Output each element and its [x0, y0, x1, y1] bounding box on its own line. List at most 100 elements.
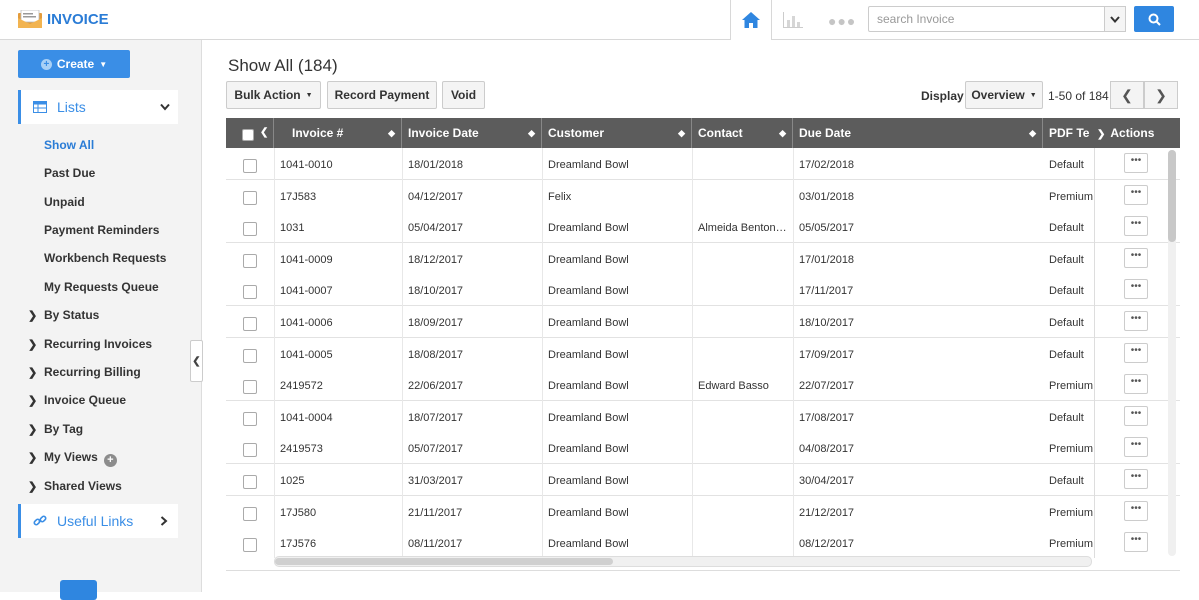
- nav-unpaid[interactable]: Unpaid: [44, 195, 85, 209]
- row-checkbox[interactable]: [243, 190, 257, 205]
- column-pdf-template[interactable]: PDF Te: [1043, 118, 1095, 148]
- cell-customer[interactable]: Dreamland Bowl: [542, 401, 690, 433]
- lists-panel[interactable]: Lists: [18, 90, 178, 124]
- nav-group-invoice-queue[interactable]: ❯ Invoice Queue: [28, 393, 126, 407]
- row-checkbox[interactable]: [243, 317, 257, 331]
- create-button[interactable]: + Create ▼: [18, 50, 130, 78]
- nav-my-requests-queue[interactable]: My Requests Queue: [44, 280, 159, 294]
- search-button[interactable]: [1134, 6, 1174, 32]
- cell-invoice[interactable]: 1031: [274, 211, 400, 243]
- vertical-scrollbar-thumb[interactable]: [1168, 150, 1176, 242]
- row-checkbox[interactable]: [243, 475, 257, 489]
- table-row[interactable]: 1041-0009 18/12/2017 Dreamland Bowl 17/01/2…: [226, 242, 1180, 275]
- table-row[interactable]: 1041-0006 18/09/2017 Dreamland Bowl 18/10/2…: [226, 306, 1180, 338]
- cell-invoice[interactable]: 2419573: [274, 432, 400, 464]
- row-checkbox[interactable]: [243, 380, 257, 395]
- add-view-icon[interactable]: +: [103, 454, 117, 467]
- horizontal-scrollbar[interactable]: [274, 556, 1092, 567]
- cell-contact[interactable]: [692, 527, 791, 558]
- table-row[interactable]: 1041-0007 18/10/2017 Dreamland Bowl 17/11/2…: [226, 274, 1180, 307]
- row-checkbox[interactable]: [243, 222, 257, 237]
- cell-contact[interactable]: [692, 306, 791, 338]
- table-row[interactable]: 17J580 21/11/2017 Dreamland Bowl 21/12/2017…: [226, 495, 1180, 528]
- bulk-action-button[interactable]: Bulk Action ▼: [226, 81, 321, 109]
- cell-contact[interactable]: [692, 243, 791, 275]
- table-row[interactable]: 1025 31/03/2017 Dreamland Bowl 30/04/2017 De…: [226, 464, 1180, 496]
- cell-contact[interactable]: [692, 401, 791, 433]
- table-row[interactable]: 1041-0004 18/07/2017 Dreamland Bowl 17/08/2…: [226, 400, 1180, 433]
- cell-invoice[interactable]: 17J580: [274, 496, 400, 528]
- column-due-date[interactable]: Due Date ◆: [793, 118, 1043, 148]
- cell-customer[interactable]: Dreamland Bowl: [542, 527, 690, 558]
- cell-contact[interactable]: [692, 274, 791, 306]
- row-checkbox[interactable]: [243, 348, 257, 363]
- cell-invoice[interactable]: 1025: [274, 464, 400, 496]
- nav-payment-reminders[interactable]: Payment Reminders: [44, 223, 159, 237]
- row-checkbox[interactable]: [243, 538, 257, 553]
- nav-group-recurring-invoices[interactable]: ❯ Recurring Invoices: [28, 337, 152, 351]
- cell-customer[interactable]: Dreamland Bowl: [542, 306, 690, 338]
- nav-group-shared-views[interactable]: ❯ Shared Views: [28, 479, 122, 493]
- horizontal-scrollbar-thumb[interactable]: [275, 558, 613, 565]
- cell-customer[interactable]: Dreamland Bowl: [542, 464, 690, 496]
- column-invoice-number[interactable]: Invoice # ◆: [274, 118, 402, 148]
- cell-customer[interactable]: Dreamland Bowl: [542, 338, 690, 370]
- void-button[interactable]: Void: [442, 81, 485, 109]
- table-row[interactable]: 2419572 22/06/2017 Dreamland Bowl Edward Ba…: [226, 369, 1180, 402]
- cell-contact[interactable]: [692, 148, 791, 180]
- useful-links-panel[interactable]: Useful Links: [18, 504, 178, 538]
- cell-contact[interactable]: [692, 338, 791, 370]
- cell-invoice[interactable]: 1041-0007: [274, 274, 400, 306]
- sidebar-collapse-handle[interactable]: ❮: [190, 340, 203, 382]
- next-page-button[interactable]: ❯: [1144, 81, 1178, 109]
- row-checkbox[interactable]: [243, 506, 257, 521]
- help-button[interactable]: [60, 580, 97, 600]
- row-checkbox[interactable]: [243, 253, 257, 268]
- row-checkbox[interactable]: [243, 159, 257, 173]
- table-row[interactable]: 1041-0010 18/01/2018 Dreamland Bowl 17/02/2…: [226, 148, 1180, 180]
- cell-invoice[interactable]: 1041-0005: [274, 338, 400, 370]
- column-customer[interactable]: Customer ◆: [542, 118, 692, 148]
- prev-page-button[interactable]: ❮: [1110, 81, 1144, 109]
- more-apps-icon[interactable]: ●●●: [828, 13, 856, 29]
- display-select[interactable]: Overview ▼: [965, 81, 1043, 109]
- cell-invoice[interactable]: 17J576: [274, 527, 400, 558]
- cell-invoice[interactable]: 1041-0004: [274, 401, 400, 433]
- cell-customer[interactable]: Felix: [542, 180, 690, 212]
- table-row[interactable]: 1031 05/04/2017 Dreamland Bowl Almeida Bent…: [226, 211, 1180, 244]
- search-input[interactable]: [868, 6, 1106, 32]
- search-dropdown-button[interactable]: [1104, 6, 1126, 32]
- cell-invoice[interactable]: 1041-0010: [274, 148, 400, 180]
- column-invoice-date[interactable]: Invoice Date ◆: [402, 118, 542, 148]
- cell-contact[interactable]: [692, 432, 791, 464]
- nav-group-by-status[interactable]: ❯ By Status: [28, 308, 99, 322]
- cell-customer[interactable]: Dreamland Bowl: [542, 496, 690, 528]
- row-checkbox[interactable]: [243, 411, 257, 426]
- cell-customer[interactable]: Dreamland Bowl: [542, 369, 690, 401]
- cell-customer[interactable]: Dreamland Bowl: [542, 274, 690, 306]
- cell-invoice[interactable]: 1041-0009: [274, 243, 400, 275]
- cell-customer[interactable]: Dreamland Bowl: [542, 432, 690, 464]
- home-tab[interactable]: [730, 0, 772, 40]
- table-row[interactable]: 17J583 04/12/2017 Felix 03/01/2018 Premium ••…: [226, 179, 1180, 212]
- cell-contact[interactable]: Edward Basso: [692, 369, 791, 401]
- nav-group-my-views[interactable]: ❯ My Views +: [28, 450, 117, 467]
- chevron-right-icon[interactable]: ❯: [1097, 129, 1105, 140]
- cell-customer[interactable]: Dreamland Bowl: [542, 243, 690, 275]
- chevron-left-icon[interactable]: ❮: [260, 118, 268, 148]
- cell-invoice[interactable]: 1041-0006: [274, 306, 400, 338]
- cell-contact[interactable]: [692, 464, 791, 496]
- row-checkbox[interactable]: [243, 443, 257, 458]
- record-payment-button[interactable]: Record Payment: [327, 81, 437, 109]
- nav-group-by-tag[interactable]: ❯ By Tag: [28, 422, 83, 436]
- select-all-checkbox[interactable]: [242, 129, 254, 141]
- cell-contact[interactable]: [692, 180, 791, 212]
- nav-past-due[interactable]: Past Due: [44, 166, 95, 180]
- nav-group-recurring-billing[interactable]: ❯ Recurring Billing: [28, 365, 141, 379]
- table-row[interactable]: 17J576 08/11/2017 Dreamland Bowl 08/12/2017…: [226, 527, 1180, 558]
- table-row[interactable]: 1041-0005 18/08/2017 Dreamland Bowl 17/09/2…: [226, 337, 1180, 370]
- bar-chart-icon[interactable]: [782, 11, 804, 29]
- column-contact[interactable]: Contact ◆: [692, 118, 793, 148]
- vertical-scrollbar[interactable]: [1168, 150, 1176, 556]
- cell-contact[interactable]: Almeida Benton…: [692, 211, 791, 243]
